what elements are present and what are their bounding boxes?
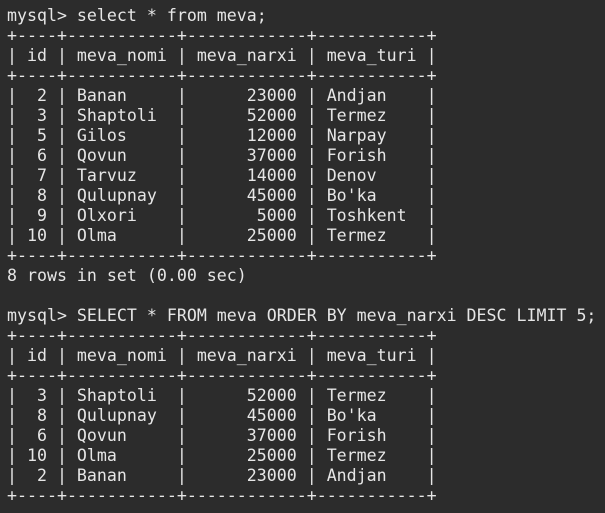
table-border: +----+-----------+------------+---------… [7,26,437,45]
table-border: +----+-----------+------------+---------… [7,66,437,85]
table-header-row: | id | meva_nomi | meva_narxi | meva_tur… [7,46,437,65]
table-border: +----+-----------+------------+---------… [7,246,437,265]
table-row: | 2 | Banan | 23000 | Andjan | [7,86,437,105]
prompt-command-1: mysql> select * from meva; [7,6,267,25]
query-result-status: 8 rows in set (0.00 sec) [7,266,247,285]
prompt-command-2: mysql> SELECT * FROM meva ORDER BY meva_… [7,306,597,325]
table-row: | 5 | Gilos | 12000 | Narpay | [7,126,437,145]
table-border: +----+-----------+------------+---------… [7,366,437,385]
table-row: | 10 | Olma | 25000 | Termez | [7,226,437,245]
table-row: | 7 | Tarvuz | 14000 | Denov | [7,166,437,185]
table-row: | 9 | Olxori | 5000 | Toshkent | [7,206,437,225]
table-header-row: | id | meva_nomi | meva_narxi | meva_tur… [7,346,437,365]
table-row: | 2 | Banan | 23000 | Andjan | [7,466,437,485]
table-row: | 6 | Qovun | 37000 | Forish | [7,426,437,445]
table-row: | 6 | Qovun | 37000 | Forish | [7,146,437,165]
terminal-window[interactable]: mysql> select * from meva; +----+-------… [0,0,605,513]
table-row: | 10 | Olma | 25000 | Termez | [7,446,437,465]
table-row: | 3 | Shaptoli | 52000 | Termez | [7,386,437,405]
table-row: | 8 | Qulupnay | 45000 | Bo'ka | [7,186,437,205]
table-border: +----+-----------+------------+---------… [7,326,437,345]
table-row: | 3 | Shaptoli | 52000 | Termez | [7,106,437,125]
table-row: | 8 | Qulupnay | 45000 | Bo'ka | [7,406,437,425]
table-border: +----+-----------+------------+---------… [7,486,437,505]
